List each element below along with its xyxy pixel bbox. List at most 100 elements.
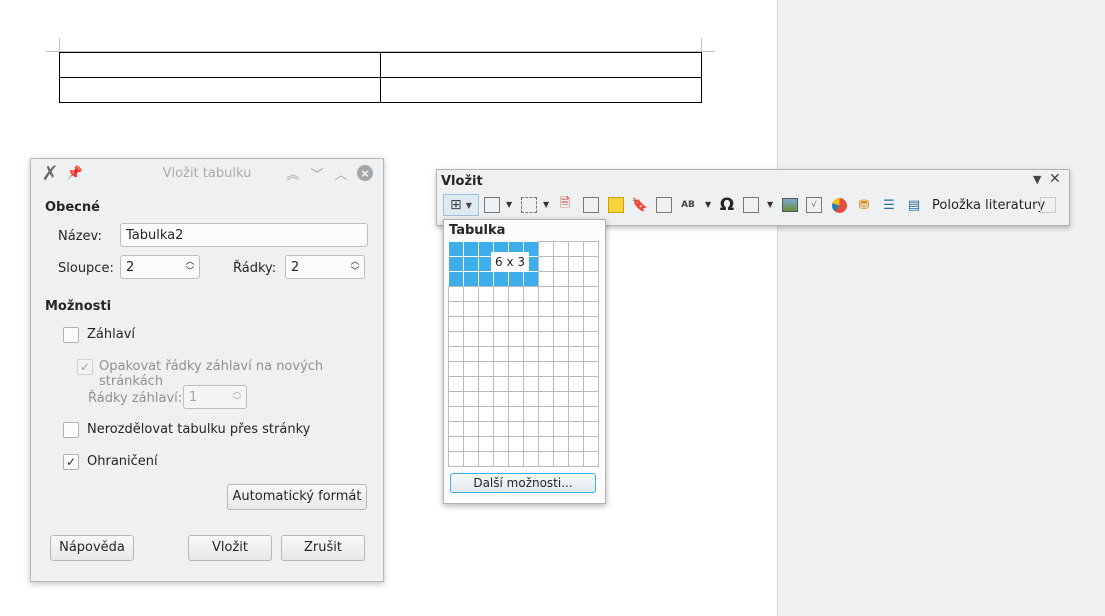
toolbar-menu-icon[interactable]: ▼ <box>1033 173 1041 186</box>
grid-cell[interactable] <box>583 451 599 467</box>
grid-cell[interactable] <box>463 346 479 362</box>
grid-cell[interactable] <box>538 286 554 302</box>
grid-cell[interactable] <box>583 271 599 287</box>
grid-cell[interactable] <box>568 256 584 272</box>
grid-cell[interactable] <box>478 286 494 302</box>
grid-cell[interactable] <box>463 391 479 407</box>
grid-cell[interactable] <box>553 436 569 452</box>
grid-cell[interactable] <box>508 451 524 467</box>
grid-cell[interactable] <box>463 256 479 272</box>
grid-cell[interactable] <box>553 331 569 347</box>
grid-cell[interactable] <box>583 331 599 347</box>
image-tool[interactable] <box>781 194 799 216</box>
grid-cell[interactable] <box>478 436 494 452</box>
autoformat-button[interactable]: Automatický formát <box>227 484 367 510</box>
grid-cell[interactable] <box>553 286 569 302</box>
table-of-contents-tool[interactable]: ▤ <box>905 194 923 216</box>
grid-cell[interactable] <box>493 376 509 392</box>
grid-cell[interactable] <box>583 286 599 302</box>
grid-cell[interactable] <box>568 421 584 437</box>
grid-cell[interactable] <box>493 451 509 467</box>
grid-cell[interactable] <box>448 346 464 362</box>
grid-cell[interactable] <box>478 271 494 287</box>
chevron-down-icon[interactable]: ▼ <box>506 200 512 209</box>
help-button[interactable]: Nápověda <box>50 535 134 561</box>
grid-cell[interactable] <box>568 331 584 347</box>
grid-cell[interactable] <box>493 271 509 287</box>
grid-cell[interactable] <box>568 376 584 392</box>
grid-cell[interactable] <box>478 391 494 407</box>
grid-cell[interactable] <box>508 436 524 452</box>
grid-cell[interactable] <box>538 346 554 362</box>
cancel-button[interactable]: Zrušit <box>281 535 365 561</box>
grid-cell[interactable] <box>553 271 569 287</box>
grid-cell[interactable] <box>493 361 509 377</box>
grid-cell[interactable] <box>478 406 494 422</box>
grid-cell[interactable] <box>523 391 539 407</box>
header-rows-spinbox[interactable]: 1 ︿ ﹀ <box>183 385 247 409</box>
table-size-grid[interactable] <box>448 241 600 467</box>
header-label[interactable]: Záhlaví <box>87 327 135 342</box>
grid-cell[interactable] <box>538 241 554 257</box>
grid-cell[interactable] <box>523 316 539 332</box>
grid-cell[interactable] <box>463 301 479 317</box>
grid-cell[interactable] <box>508 421 524 437</box>
insert-table-tool[interactable]: ⊞ ▼ <box>443 194 479 216</box>
dont-split-label[interactable]: Nerozdělovat tabulku přes stránky <box>87 422 310 437</box>
grid-cell[interactable] <box>463 436 479 452</box>
grid-cell[interactable] <box>553 316 569 332</box>
insert-document-tool[interactable] <box>1039 194 1057 216</box>
grid-cell[interactable] <box>493 421 509 437</box>
grid-cell[interactable] <box>523 286 539 302</box>
grid-cell[interactable] <box>448 421 464 437</box>
grid-cell[interactable] <box>553 301 569 317</box>
grid-cell[interactable] <box>523 421 539 437</box>
document-table[interactable] <box>59 52 702 103</box>
formula-tool[interactable]: √ <box>805 194 823 216</box>
grid-cell[interactable] <box>493 331 509 347</box>
special-character-tool[interactable]: Ω <box>717 194 737 216</box>
grid-cell[interactable] <box>583 241 599 257</box>
insert-button[interactable]: Vložit <box>188 535 272 561</box>
grid-cell[interactable] <box>538 361 554 377</box>
grid-cell[interactable] <box>583 436 599 452</box>
grid-cell[interactable] <box>463 316 479 332</box>
grid-cell[interactable] <box>493 316 509 332</box>
ole-object-tool[interactable]: ⛃ <box>855 194 873 216</box>
grid-cell[interactable] <box>478 331 494 347</box>
grid-cell[interactable] <box>448 301 464 317</box>
grid-cell[interactable] <box>478 451 494 467</box>
caption-tool[interactable] <box>655 194 673 216</box>
grid-cell[interactable] <box>583 301 599 317</box>
grid-cell[interactable] <box>538 451 554 467</box>
grid-cell[interactable] <box>523 451 539 467</box>
grid-cell[interactable] <box>523 331 539 347</box>
grid-cell[interactable] <box>478 316 494 332</box>
grid-cell[interactable] <box>448 316 464 332</box>
grid-cell[interactable] <box>463 286 479 302</box>
field-tool[interactable]: AB <box>679 194 697 216</box>
grid-cell[interactable] <box>508 271 524 287</box>
grid-cell[interactable] <box>463 451 479 467</box>
grid-cell[interactable] <box>568 316 584 332</box>
grid-cell[interactable] <box>523 406 539 422</box>
grid-cell[interactable] <box>568 271 584 287</box>
grid-cell[interactable] <box>508 361 524 377</box>
rows-spinbox[interactable]: 2 ︿ ﹀ <box>285 255 365 279</box>
spin-arrows-icon[interactable]: ︿ ﹀ <box>184 257 196 277</box>
grid-cell[interactable] <box>508 316 524 332</box>
grid-cell[interactable] <box>493 301 509 317</box>
grid-cell[interactable] <box>538 316 554 332</box>
grid-cell[interactable] <box>463 271 479 287</box>
grid-cell[interactable] <box>448 271 464 287</box>
cross-ref-tool[interactable] <box>582 194 600 216</box>
grid-cell[interactable] <box>493 406 509 422</box>
grid-cell[interactable] <box>523 436 539 452</box>
grid-cell[interactable] <box>508 346 524 362</box>
grid-cell[interactable] <box>478 361 494 377</box>
grid-cell[interactable] <box>508 301 524 317</box>
grid-cell[interactable] <box>508 406 524 422</box>
grid-cell[interactable] <box>568 451 584 467</box>
more-options-button[interactable]: Další možnosti... <box>450 473 596 493</box>
grid-cell[interactable] <box>463 331 479 347</box>
